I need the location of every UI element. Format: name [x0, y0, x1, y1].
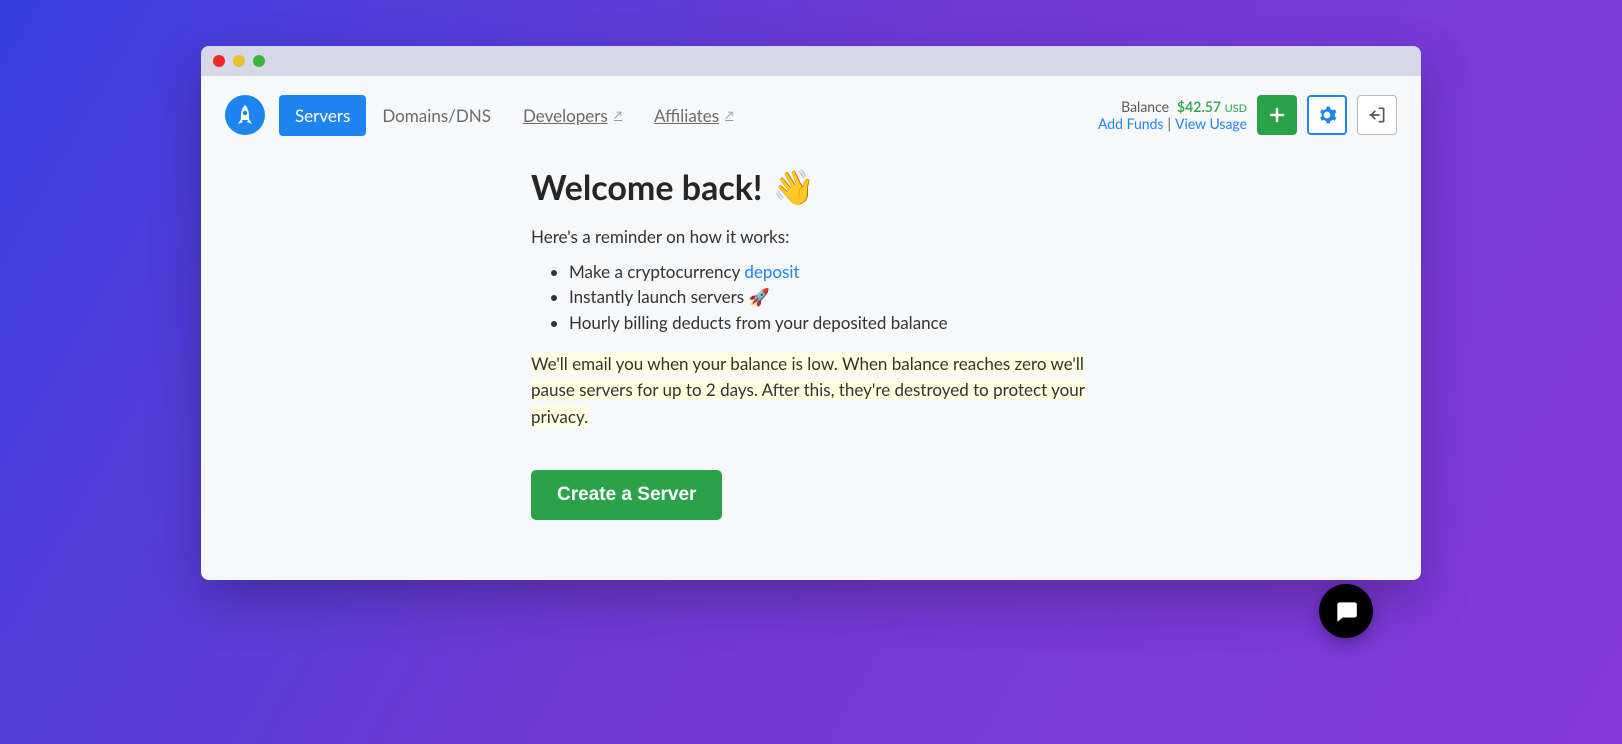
balance-block: Balance $42.57 USD Add Funds | View Usag…	[1098, 98, 1247, 132]
separator: |	[1167, 115, 1171, 132]
page-title: Welcome back! 👋	[531, 166, 1091, 208]
plus-icon	[1269, 107, 1285, 123]
list-item: Hourly billing deducts from your deposit…	[569, 312, 1091, 333]
list-item: Instantly launch servers 🚀	[569, 286, 1091, 308]
window-close-dot[interactable]	[213, 55, 225, 67]
logout-icon	[1367, 105, 1387, 125]
nav-servers[interactable]: Servers	[279, 95, 366, 136]
window-titlebar	[201, 46, 1421, 76]
balance-amount: $42.57	[1177, 98, 1221, 115]
view-usage-link[interactable]: View Usage	[1175, 115, 1247, 132]
subtitle: Here's a reminder on how it works:	[531, 226, 1091, 247]
external-link-icon: ↗	[614, 109, 622, 122]
window-maximize-dot[interactable]	[253, 55, 265, 67]
nav-developers[interactable]: Developers ↗	[507, 95, 638, 136]
nav-developers-label: Developers	[523, 105, 608, 126]
gear-icon	[1317, 105, 1337, 125]
nav-domains[interactable]: Domains/DNS	[366, 95, 507, 136]
brand-logo[interactable]	[225, 95, 265, 135]
headline-text: Welcome back!	[531, 167, 762, 208]
chat-icon	[1333, 598, 1359, 624]
wave-icon: 👋	[772, 166, 814, 208]
rocket-icon: 🚀	[748, 286, 769, 307]
deposit-link[interactable]: deposit	[744, 261, 799, 282]
balance-currency: USD	[1225, 102, 1247, 115]
add-funds-link[interactable]: Add Funds	[1098, 115, 1164, 132]
create-server-button[interactable]: Create a Server	[531, 470, 722, 520]
main-content: Welcome back! 👋 Here's a reminder on how…	[201, 142, 1421, 580]
list-item: Make a cryptocurrency deposit	[569, 261, 1091, 282]
settings-button[interactable]	[1307, 95, 1347, 135]
chat-button[interactable]	[1319, 584, 1373, 638]
browser-window: Servers Domains/DNS Developers ↗ Affilia…	[201, 46, 1421, 580]
add-button[interactable]	[1257, 95, 1297, 135]
window-minimize-dot[interactable]	[233, 55, 245, 67]
balance-label: Balance	[1121, 98, 1169, 115]
logout-button[interactable]	[1357, 95, 1397, 135]
external-link-icon: ↗	[725, 109, 733, 122]
top-nav: Servers Domains/DNS Developers ↗ Affilia…	[201, 76, 1421, 142]
reminder-list: Make a cryptocurrency deposit Instantly …	[569, 261, 1091, 333]
rocket-logo-icon	[235, 104, 255, 126]
balance-warning: We'll email you when your balance is low…	[531, 351, 1091, 430]
nav-affiliates-label: Affiliates	[654, 105, 719, 126]
nav-affiliates[interactable]: Affiliates ↗	[638, 95, 749, 136]
